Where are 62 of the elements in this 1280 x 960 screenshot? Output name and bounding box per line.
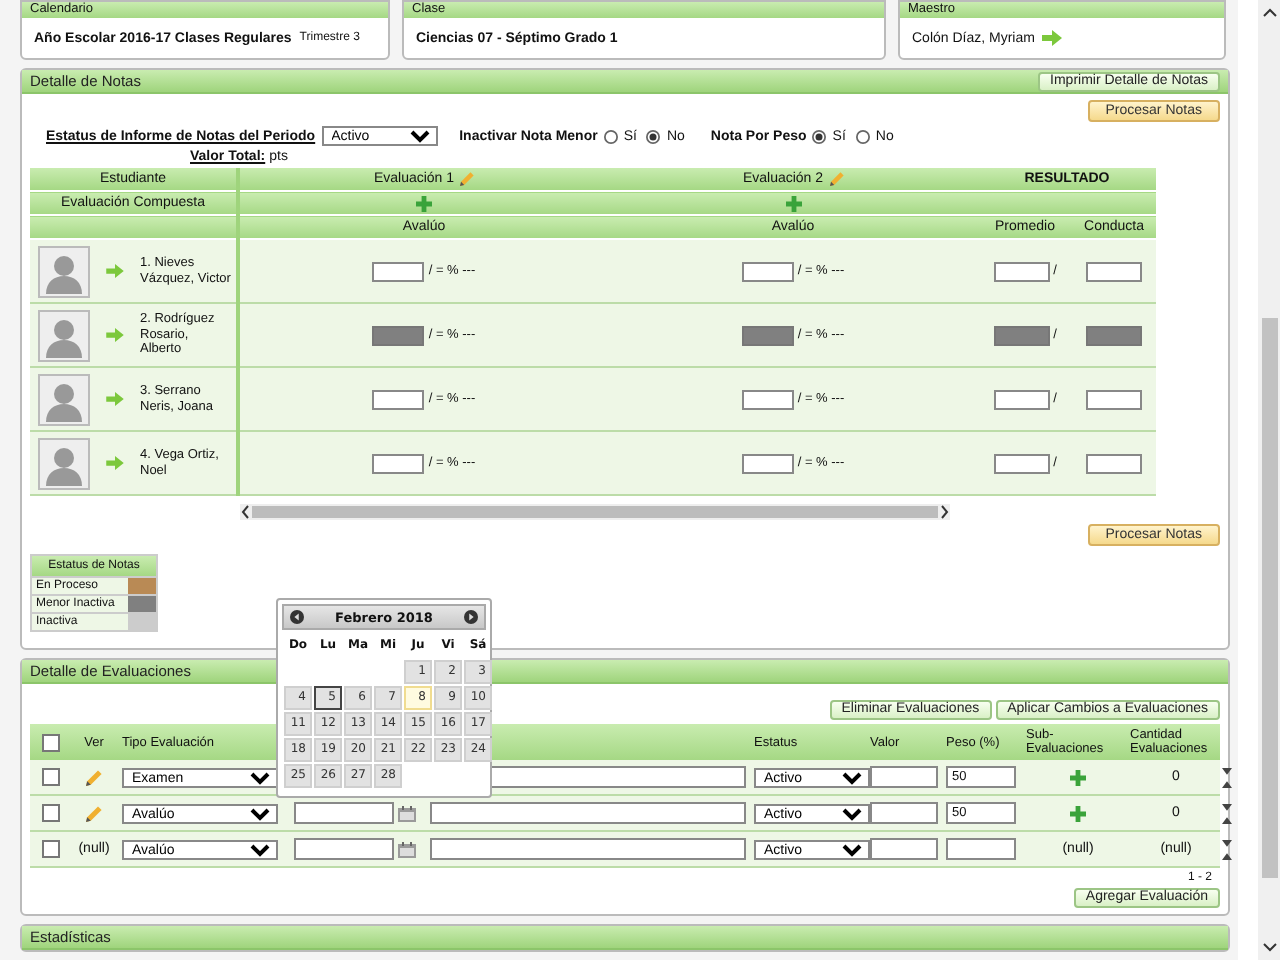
chevron-up-icon[interactable]: [1261, 6, 1277, 18]
score-field[interactable]: [372, 389, 425, 409]
arrow-icon[interactable]: [106, 392, 124, 406]
score-field[interactable]: [741, 261, 794, 281]
add-icon[interactable]: [785, 195, 801, 211]
average-field[interactable]: [993, 261, 1050, 281]
sort-arrows-icon[interactable]: [1222, 801, 1232, 825]
calendar-icon[interactable]: [398, 841, 416, 857]
checkbox[interactable]: [42, 768, 60, 786]
score-field[interactable]: [741, 389, 794, 409]
radio-button[interactable]: [812, 129, 827, 143]
pencil-icon[interactable]: [86, 769, 102, 785]
avatar-icon: [38, 373, 90, 425]
avatar-icon: [38, 245, 90, 297]
avatar-icon: [38, 437, 90, 489]
conduct-field[interactable]: [1086, 453, 1142, 473]
add-icon[interactable]: [1070, 805, 1086, 821]
chevron-left-icon[interactable]: [240, 504, 252, 520]
arrow-icon[interactable]: [106, 456, 124, 470]
value-field[interactable]: [870, 838, 938, 860]
checkbox[interactable]: [42, 840, 60, 858]
average-field[interactable]: [993, 453, 1050, 473]
value-field[interactable]: [870, 766, 938, 788]
sort-arrows-icon[interactable]: [1222, 765, 1232, 789]
score-field[interactable]: [372, 453, 425, 473]
checkbox[interactable]: [42, 733, 60, 751]
pencil-icon[interactable]: [460, 172, 475, 186]
radio-button[interactable]: [855, 129, 870, 143]
next-month-icon[interactable]: [463, 610, 478, 624]
conduct-field[interactable]: [1086, 325, 1142, 345]
radio-button[interactable]: [646, 129, 661, 143]
chevron-right-icon[interactable]: [938, 504, 950, 520]
average-field[interactable]: [993, 389, 1050, 409]
average-field[interactable]: [993, 325, 1050, 345]
value-field[interactable]: [870, 802, 938, 824]
arrow-icon[interactable]: [1042, 30, 1063, 46]
score-field[interactable]: [741, 325, 794, 345]
calendar-icon[interactable]: [398, 805, 416, 821]
horizontal-scrollbar[interactable]: [240, 504, 950, 520]
avatar-icon: [38, 309, 90, 361]
add-icon[interactable]: [1070, 769, 1086, 785]
arrow-icon[interactable]: [106, 328, 124, 342]
description-field[interactable]: [430, 838, 746, 860]
weight-field[interactable]: [946, 838, 1016, 860]
previous-month-icon[interactable]: [290, 610, 304, 624]
conduct-field[interactable]: [1086, 261, 1142, 281]
radio-button[interactable]: [603, 129, 618, 143]
conduct-field[interactable]: [1086, 389, 1142, 409]
checkbox[interactable]: [42, 804, 60, 822]
add-icon[interactable]: [416, 195, 432, 211]
date-field[interactable]: [294, 838, 394, 860]
sort-arrows-icon[interactable]: [1222, 837, 1232, 861]
pencil-icon[interactable]: [829, 172, 844, 186]
score-field[interactable]: [372, 325, 425, 345]
description-field[interactable]: [430, 802, 746, 824]
score-field[interactable]: [741, 453, 794, 473]
date-field[interactable]: [294, 802, 394, 824]
score-field[interactable]: [372, 261, 425, 281]
vertical-scrollbar[interactable]: [1258, 0, 1280, 960]
arrow-icon[interactable]: [106, 264, 124, 278]
chevron-down-icon[interactable]: [1261, 942, 1277, 954]
pencil-icon[interactable]: [86, 805, 102, 821]
